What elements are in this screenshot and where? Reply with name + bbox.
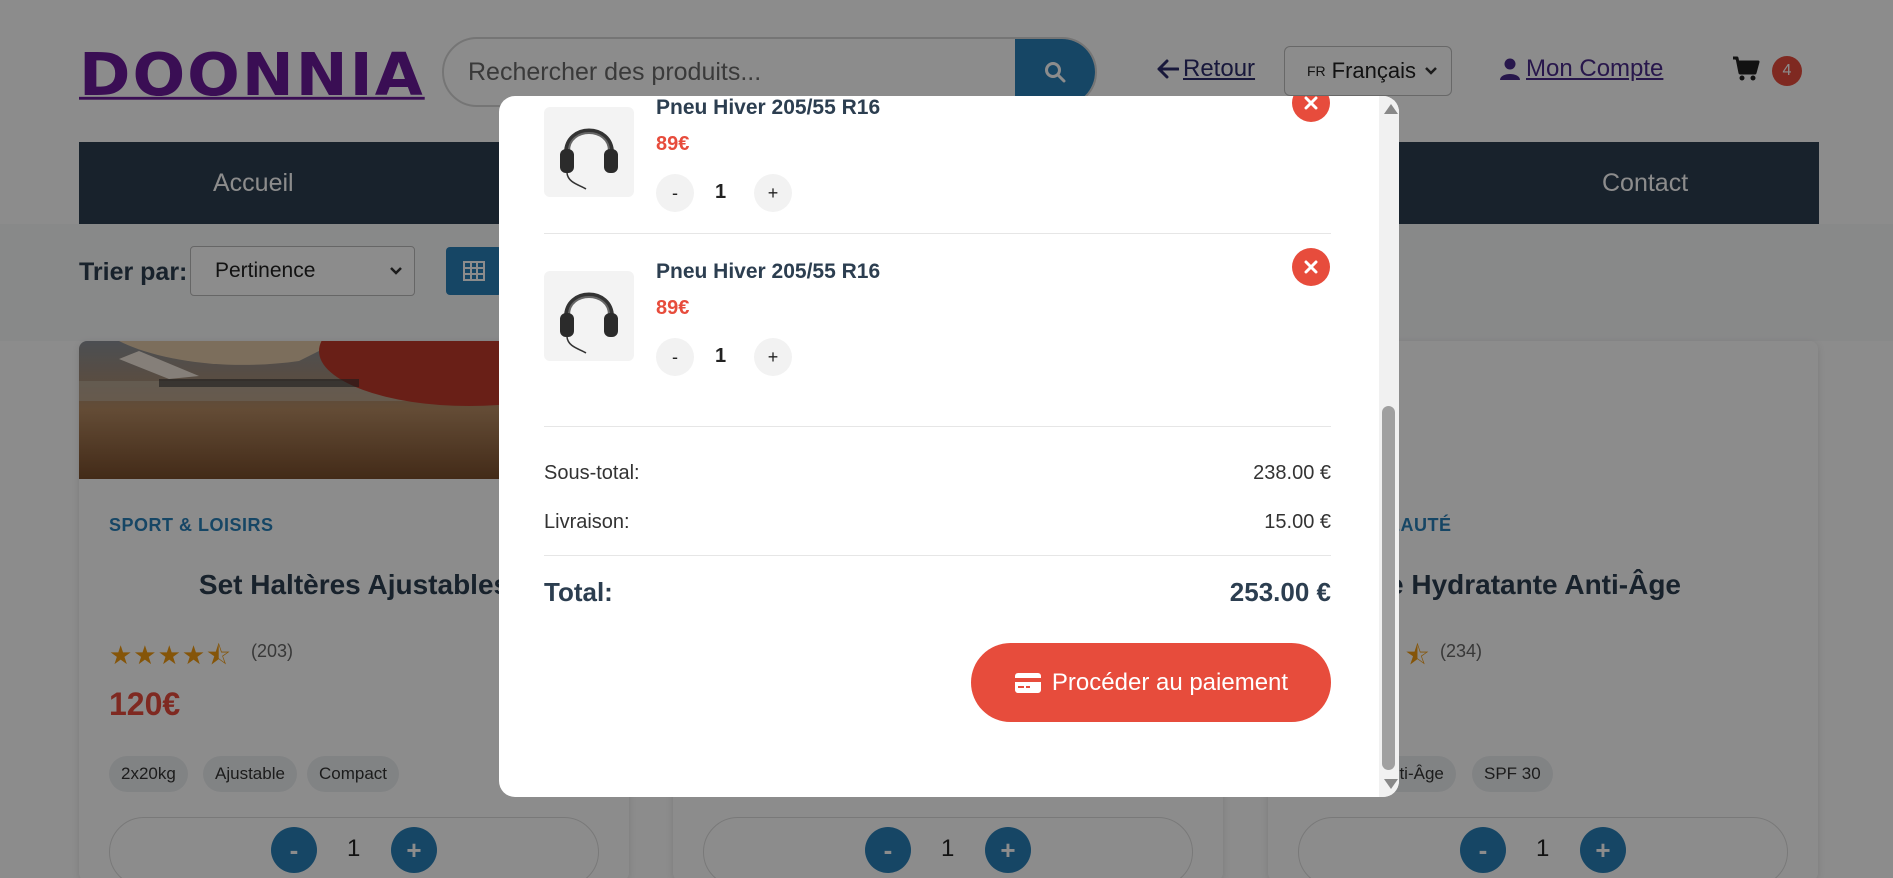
divider bbox=[544, 233, 1331, 234]
headphones-icon bbox=[560, 292, 618, 354]
divider bbox=[544, 426, 1331, 427]
total-value: 253.00 € bbox=[1229, 577, 1331, 607]
close-icon bbox=[1304, 260, 1318, 274]
checkout-label: Procéder au paiement bbox=[1051, 668, 1289, 696]
scrollbar-thumb[interactable] bbox=[1382, 406, 1395, 770]
cart-item: Pneu Hiver 205/55 R16 89€ - 1 + bbox=[544, 96, 1331, 260]
cart-item: Pneu Hiver 205/55 R16 89€ - 1 + bbox=[544, 248, 1331, 424]
cart-item-image bbox=[544, 271, 634, 361]
cart-item-name: Pneu Hiver 205/55 R16 bbox=[656, 96, 881, 119]
scroll-up-arrow[interactable] bbox=[1384, 104, 1398, 114]
subtotal-row: Sous-total: 238.00 € bbox=[544, 462, 1331, 485]
cart-item-quantity: 1 bbox=[715, 181, 727, 203]
cart-item-price: 89€ bbox=[656, 297, 690, 319]
decrease-quantity-button[interactable]: - bbox=[656, 174, 694, 212]
headphones-icon bbox=[560, 128, 618, 190]
cart-item-name: Pneu Hiver 205/55 R16 bbox=[656, 260, 881, 283]
remove-item-button[interactable] bbox=[1292, 96, 1330, 122]
modal-scrollbar[interactable] bbox=[1379, 96, 1399, 797]
remove-item-button[interactable] bbox=[1292, 248, 1330, 286]
close-icon bbox=[1304, 96, 1318, 110]
increase-quantity-button[interactable]: + bbox=[754, 338, 792, 376]
subtotal-value: 238.00 € bbox=[1253, 462, 1331, 484]
cart-item-price: 89€ bbox=[656, 133, 690, 155]
scroll-down-arrow[interactable] bbox=[1384, 779, 1398, 789]
cart-item-quantity: 1 bbox=[715, 345, 727, 367]
subtotal-label: Sous-total: bbox=[544, 462, 640, 484]
cart-item-image bbox=[544, 107, 634, 197]
shipping-value: 15.00 € bbox=[1264, 511, 1331, 533]
total-label: Total: bbox=[544, 577, 613, 607]
checkout-button[interactable]: Procéder au paiement bbox=[971, 643, 1331, 722]
divider bbox=[544, 555, 1331, 556]
total-row: Total: 253.00 € bbox=[544, 577, 1331, 608]
cart-modal: Pneu Hiver 205/55 R16 89€ - 1 + Pneu Hiv… bbox=[499, 96, 1399, 797]
credit-card-icon bbox=[1014, 672, 1041, 693]
shipping-label: Livraison: bbox=[544, 511, 630, 533]
shipping-row: Livraison: 15.00 € bbox=[544, 511, 1331, 534]
decrease-quantity-button[interactable]: - bbox=[656, 338, 694, 376]
increase-quantity-button[interactable]: + bbox=[754, 174, 792, 212]
